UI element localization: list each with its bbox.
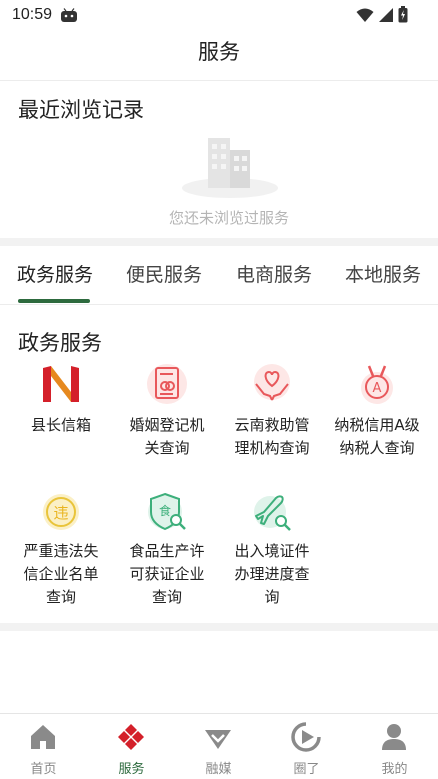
marriage-certificate-icon — [147, 364, 187, 404]
tabbar-media[interactable]: 融媒 — [175, 714, 262, 779]
section-separator — [0, 623, 438, 631]
tabbar-label: 服务 — [118, 762, 145, 777]
tabbar-mine[interactable]: 我的 — [351, 714, 438, 779]
home-icon — [31, 725, 55, 749]
tab-local-service[interactable]: 本地服务 — [345, 260, 421, 287]
label-line: 关查询 — [144, 439, 190, 457]
label-line: 云南救助管 — [234, 416, 310, 434]
service-diamond-icon — [118, 724, 144, 750]
empty-buildings-icon — [182, 138, 278, 198]
page-title: 服务 — [198, 40, 240, 64]
section-title: 政务服务 — [18, 331, 102, 355]
empty-state-text: 您还未浏览过服务 — [168, 209, 289, 227]
tabbar-label: 首页 — [30, 762, 57, 777]
android-debug-icon — [61, 8, 78, 22]
person-icon — [382, 724, 406, 750]
section-separator — [0, 238, 438, 246]
tabbar-home[interactable]: 首页 — [0, 714, 87, 779]
service-item-label: 纳税信用A级 纳税人查询 — [327, 414, 427, 460]
violation-badge-icon: 违 — [43, 494, 79, 530]
status-time: 10:59 — [12, 6, 53, 23]
label-line: 婚姻登记机 — [129, 416, 205, 434]
tabbar-service[interactable]: 服务 — [88, 714, 175, 779]
svg-text:A: A — [373, 381, 382, 396]
service-item-label: 食品生产许 可获证企业 查询 — [117, 540, 217, 609]
header-divider — [0, 80, 438, 81]
service-item-label: 云南救助管 理机构查询 — [222, 414, 322, 460]
wifi-icon — [356, 8, 374, 22]
service-item-label: 严重违法失 信企业名单 查询 — [11, 540, 111, 609]
helping-hands-icon — [254, 364, 290, 401]
service-item-label: 出入境证件 办理进度查 询 — [222, 540, 322, 609]
service-tabs: 政务服务 便民服务 电商服务 本地服务 — [0, 246, 438, 304]
mailbox-logo-icon — [43, 366, 79, 402]
service-item-label: 婚姻登记机 关查询 — [117, 414, 217, 460]
media-gem-icon — [205, 730, 231, 749]
battery-icon — [398, 6, 408, 23]
active-tab-indicator — [18, 299, 90, 303]
label-line: 询 — [264, 588, 280, 606]
tab-government-service[interactable]: 政务服务 — [17, 260, 93, 287]
food-shield-search-icon: 食 — [148, 492, 186, 531]
label-line: 查询 — [151, 588, 182, 606]
plane-search-icon — [254, 495, 291, 531]
signal-icon — [379, 7, 393, 22]
label-line: 食品生产许 — [129, 542, 205, 560]
bottom-tab-bar: 首页 服务 融媒 圈了 我的 — [0, 713, 438, 779]
svg-text:食: 食 — [159, 503, 171, 518]
label-line: 办理进度查 — [234, 565, 310, 583]
svg-text:违: 违 — [53, 504, 68, 522]
status-bar: 10:59 — [0, 0, 438, 30]
recent-section-title: 最近浏览记录 — [18, 98, 144, 122]
medal-a-icon: A — [361, 365, 393, 404]
tabbar-label: 融媒 — [205, 762, 232, 777]
label-line: 理机构查询 — [234, 439, 310, 457]
tabbar-circle[interactable]: 圈了 — [263, 714, 350, 779]
label-line: 纳税人查询 — [339, 439, 415, 457]
tab-ecommerce-service[interactable]: 电商服务 — [236, 260, 312, 287]
label-line: 可获证企业 — [129, 565, 205, 583]
tabs-divider — [0, 304, 438, 305]
play-circle-icon — [291, 722, 321, 752]
label-line: 信企业名单 — [23, 565, 99, 583]
tabbar-label: 圈了 — [293, 762, 320, 777]
service-item-label: 县长信箱 — [30, 416, 91, 434]
status-indicators — [356, 6, 408, 23]
tabbar-label: 我的 — [381, 762, 408, 777]
label-line: 查询 — [45, 588, 76, 606]
label-line: 出入境证件 — [234, 542, 310, 560]
label-line: 严重违法失 — [23, 542, 99, 560]
label-line: 纳税信用A级 — [334, 416, 420, 434]
tab-convenience-service[interactable]: 便民服务 — [126, 260, 202, 287]
